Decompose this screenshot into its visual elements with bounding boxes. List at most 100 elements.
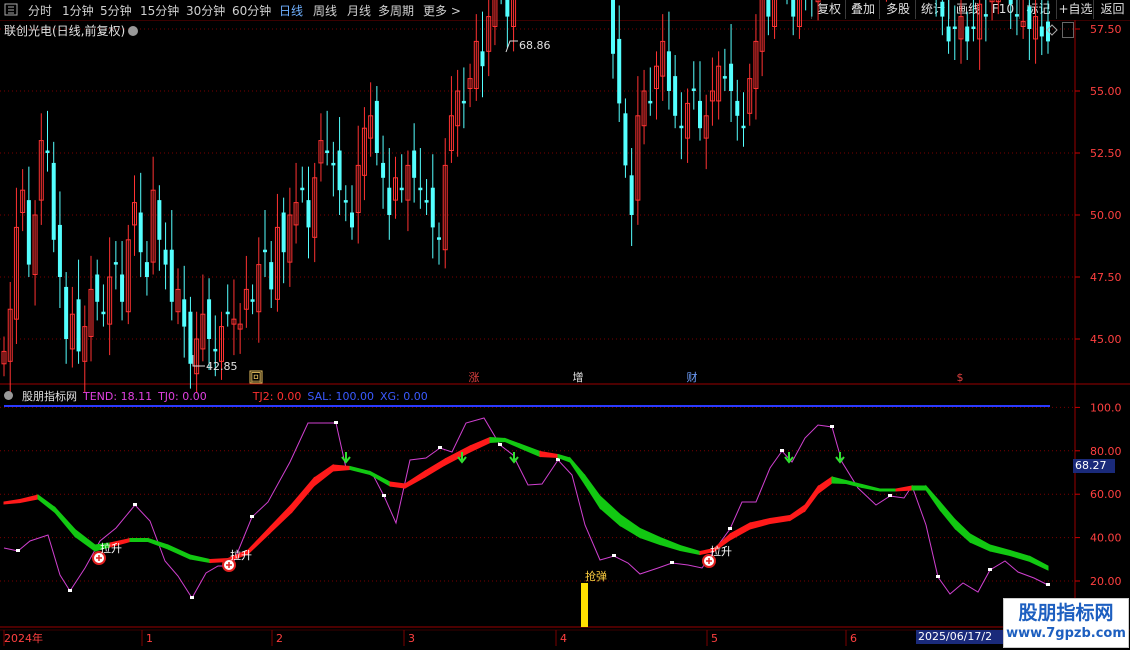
event-marker-label: 回 bbox=[251, 371, 262, 384]
trend-ribbon-segment bbox=[37, 494, 56, 514]
trend-ribbon-segment bbox=[969, 533, 991, 552]
trend-ribbon-segment bbox=[504, 437, 521, 449]
candle-body bbox=[766, 0, 771, 17]
trend-ribbon-segment bbox=[489, 436, 506, 444]
trend-ribbon-segment bbox=[939, 500, 956, 530]
candle-body bbox=[26, 200, 31, 265]
candle-body bbox=[461, 100, 466, 104]
sell-arrow-icon bbox=[835, 452, 845, 464]
candle-body bbox=[250, 299, 255, 302]
tend-dot bbox=[16, 549, 20, 552]
candle-body bbox=[971, 26, 976, 29]
candle-body bbox=[480, 51, 485, 67]
candle-body bbox=[331, 162, 336, 166]
indicator-menu-icon[interactable] bbox=[4, 390, 16, 403]
trend-ribbon-segment bbox=[599, 494, 621, 527]
candle-body bbox=[269, 262, 274, 290]
trend-ribbon-segment bbox=[424, 458, 446, 478]
date-label: 4 bbox=[560, 632, 567, 645]
tend-dot bbox=[334, 421, 338, 424]
settings-circle-icon[interactable] bbox=[128, 26, 139, 36]
candle-body bbox=[76, 299, 81, 352]
trend-ribbon-segment bbox=[749, 517, 771, 530]
candle-body bbox=[387, 187, 392, 215]
trend-ribbon-segment bbox=[129, 538, 149, 542]
trend-ribbon-segment bbox=[769, 514, 791, 525]
candle-body bbox=[120, 274, 125, 302]
trend-ribbon-segment bbox=[74, 528, 96, 552]
candle-body bbox=[611, 0, 615, 54]
candle-body bbox=[673, 76, 678, 116]
candle-body bbox=[623, 113, 628, 166]
tend-dot bbox=[190, 596, 194, 599]
tend-dot bbox=[888, 494, 892, 497]
candle-body bbox=[381, 162, 386, 178]
event-marker-label: 财 bbox=[687, 370, 698, 384]
trend-ribbon-segment bbox=[659, 536, 681, 552]
legend-item-3: SAL: 100.00 bbox=[307, 390, 374, 403]
price-tick-label: 50.00 bbox=[1090, 209, 1122, 222]
trend-ribbon-segment bbox=[369, 470, 391, 487]
date-label: 2024年 bbox=[4, 631, 43, 645]
candle-body bbox=[399, 187, 404, 191]
candle-body bbox=[430, 187, 435, 228]
panel-scroll-handle[interactable] bbox=[1062, 22, 1074, 38]
candle-body bbox=[350, 212, 354, 228]
trend-ribbon-segment bbox=[519, 443, 541, 458]
trend-ribbon-segment bbox=[444, 445, 471, 466]
cursor-date-box: 2025/06/17/2 bbox=[916, 630, 1008, 644]
candle-body bbox=[225, 311, 230, 315]
tend-dot bbox=[68, 589, 72, 592]
trend-ribbon-segment bbox=[584, 473, 601, 510]
tend-dot bbox=[382, 494, 386, 497]
trend-ribbon-segment bbox=[895, 485, 913, 492]
candle-body bbox=[741, 125, 746, 129]
current-value-badge: 68.27 bbox=[1073, 459, 1115, 473]
trend-ribbon-segment bbox=[269, 502, 293, 535]
tend-dot bbox=[988, 568, 992, 571]
candle-body bbox=[374, 100, 379, 153]
tend-dot bbox=[830, 425, 834, 428]
trend-ribbon-segment bbox=[389, 481, 406, 489]
trend-ribbon-segment bbox=[925, 484, 941, 512]
price-tick-label: 57.50 bbox=[1090, 23, 1122, 36]
tend-dot bbox=[133, 503, 137, 506]
event-marker-label: 涨 bbox=[469, 371, 480, 384]
tend-line bbox=[3, 417, 1049, 599]
trend-ribbon-segment bbox=[1029, 555, 1049, 571]
chart-canvas[interactable]: 65.0062.5060.0057.5055.0052.5050.0047.50… bbox=[0, 0, 1130, 650]
trend-ribbon-segment bbox=[639, 527, 661, 546]
candle-body bbox=[51, 162, 56, 240]
candle-body bbox=[157, 200, 162, 240]
candle-body bbox=[722, 76, 727, 79]
candle-body bbox=[1008, 0, 1013, 5]
trend-ribbon-segment bbox=[332, 464, 351, 472]
candle-body bbox=[952, 26, 957, 29]
candle-body bbox=[45, 150, 50, 153]
date-label: 2 bbox=[276, 632, 283, 645]
candle-body bbox=[64, 286, 69, 339]
low-price-label: 42.85 bbox=[206, 360, 238, 373]
candle-body bbox=[691, 88, 696, 91]
candle-body bbox=[629, 175, 634, 215]
price-tick-label: 55.00 bbox=[1090, 85, 1122, 98]
candle-body bbox=[940, 1, 945, 17]
tend-dot bbox=[250, 515, 254, 518]
trend-ribbon-segment bbox=[954, 518, 971, 544]
tend-dot bbox=[728, 527, 732, 530]
trend-ribbon-segment bbox=[569, 456, 586, 487]
candle-body bbox=[735, 100, 740, 116]
tend-dot bbox=[498, 443, 502, 446]
candle-body bbox=[138, 212, 143, 253]
trend-ribbon-segment bbox=[539, 450, 559, 459]
trend-ribbon-segment bbox=[679, 544, 701, 556]
stock-title: 联创光电(日线,前复权) bbox=[4, 24, 126, 38]
legend-item-4: XG: 0.00 bbox=[379, 390, 428, 403]
legend-item-2: TJ2: 0.00 bbox=[252, 390, 302, 403]
indicator-legend: 股朋指标网 TEND: 18.11 TJ0: 0.00 TJ2: 0.00 SAL: 1… bbox=[4, 388, 434, 404]
candle-body bbox=[505, 0, 510, 17]
tend-dot bbox=[438, 446, 442, 449]
trend-ribbon-segment bbox=[3, 498, 21, 505]
candle-body bbox=[666, 51, 671, 91]
candle-body bbox=[337, 150, 342, 191]
